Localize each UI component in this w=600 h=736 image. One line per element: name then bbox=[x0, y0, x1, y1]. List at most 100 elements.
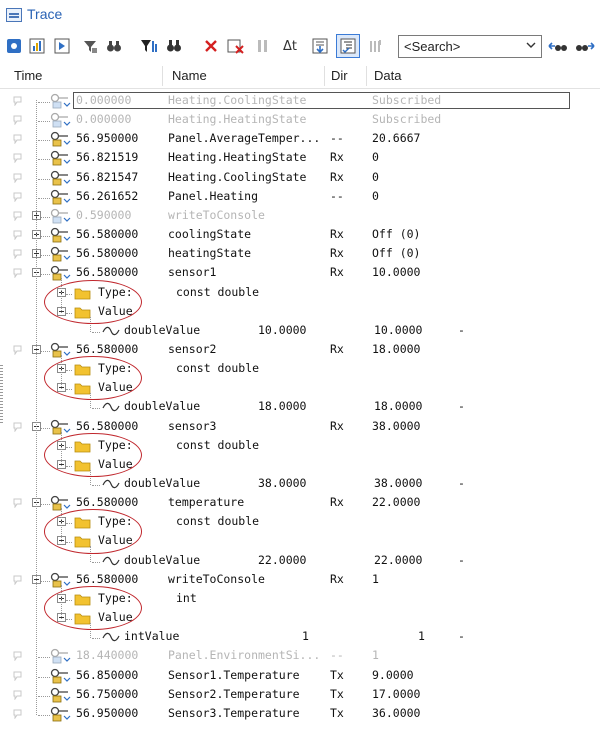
signal-icon bbox=[50, 227, 71, 243]
time-cell: 56.750000 bbox=[76, 686, 139, 701]
trace-mode-icon[interactable] bbox=[4, 36, 24, 56]
title-bar: Trace bbox=[0, 0, 600, 30]
flag-icon bbox=[13, 345, 22, 355]
trace-row[interactable]: 56.580000 heatingState Rx Off (0) bbox=[0, 245, 600, 264]
flag-icon bbox=[13, 422, 22, 432]
trace-row[interactable]: 56.821547 Heating.CoolingState Rx 0 bbox=[0, 169, 600, 188]
column-data[interactable]: Data bbox=[374, 68, 401, 83]
signal-icon bbox=[50, 151, 71, 166]
trace-row[interactable]: 0.590000 writeToConsole bbox=[0, 207, 600, 226]
value-wave-icon bbox=[102, 326, 120, 336]
delete-icon[interactable] bbox=[201, 36, 221, 56]
column-separator[interactable] bbox=[324, 66, 325, 86]
chevron-down-icon[interactable] bbox=[525, 39, 537, 51]
column-name[interactable]: Name bbox=[172, 68, 207, 83]
trace-row[interactable]: 56.950000 Sensor3.Temperature Tx 36.0000 bbox=[0, 705, 600, 724]
name-cell: Panel.Heating bbox=[168, 188, 259, 203]
dir-cell: Rx bbox=[330, 150, 344, 165]
data-cell: 0 bbox=[372, 150, 379, 165]
value-cell: 1 bbox=[418, 629, 425, 644]
flag-icon bbox=[13, 153, 22, 164]
flag-icon bbox=[13, 498, 22, 509]
pause-icon[interactable] bbox=[253, 36, 273, 56]
name-cell: temperature bbox=[168, 495, 245, 510]
data-cell: 17.0000 bbox=[372, 686, 421, 701]
delta-time-icon[interactable]: Δt bbox=[280, 36, 300, 56]
flag-icon bbox=[13, 671, 22, 681]
column-dir[interactable]: Dir bbox=[331, 68, 348, 83]
dir-cell: Rx bbox=[330, 265, 344, 280]
flag-icon bbox=[13, 173, 22, 183]
flag-icon bbox=[13, 96, 22, 106]
value-label: doubleValue bbox=[124, 552, 201, 567]
value-label: doubleValue bbox=[124, 399, 201, 414]
value-label: intValue bbox=[124, 629, 180, 644]
column-separator[interactable] bbox=[162, 66, 163, 86]
flag-icon bbox=[13, 211, 22, 221]
value-cell: - bbox=[458, 552, 465, 567]
name-cell: Sensor3.Temperature bbox=[168, 705, 300, 720]
time-cell: 56.580000 bbox=[76, 495, 139, 510]
trace-row[interactable]: 56.950000 Panel.AverageTemper... -- 20.6667 bbox=[0, 130, 600, 149]
value-cell: 1 bbox=[302, 629, 309, 644]
value-label: doubleValue bbox=[124, 476, 201, 490]
trace-row[interactable]: 56.850000 Sensor1.Temperature Tx 9.0000 bbox=[0, 667, 600, 686]
value-cell: - bbox=[458, 476, 465, 490]
column-config-icon[interactable] bbox=[366, 36, 386, 56]
dir-cell: Rx bbox=[330, 227, 344, 242]
flag-icon bbox=[13, 268, 22, 279]
data-cell: 20.6667 bbox=[372, 131, 421, 146]
time-cell: 56.580000 bbox=[76, 246, 139, 261]
funnel-icon[interactable] bbox=[139, 36, 159, 56]
highlight-oval bbox=[44, 356, 142, 401]
data-cell: 38.0000 bbox=[372, 418, 421, 433]
time-cell: 0.000000 bbox=[76, 112, 132, 127]
chart-icon[interactable] bbox=[27, 36, 47, 56]
time-cell: 56.821547 bbox=[76, 169, 139, 184]
clear-icon[interactable] bbox=[226, 36, 246, 56]
data-cell: 1 bbox=[372, 648, 379, 663]
time-cell: 56.580000 bbox=[76, 227, 139, 242]
find-previous-icon[interactable] bbox=[548, 36, 568, 56]
flag-icon bbox=[13, 575, 22, 585]
trace-row[interactable]: 56.580000 coolingState Rx Off (0) bbox=[0, 226, 600, 245]
trace-row[interactable]: 56.821519 Heating.HeatingState Rx 0 bbox=[0, 149, 600, 168]
name-cell: sensor2 bbox=[168, 341, 217, 356]
detail-view-icon[interactable] bbox=[336, 34, 360, 58]
dir-cell: Tx bbox=[330, 667, 344, 682]
flag-icon bbox=[13, 134, 22, 145]
value-wave-icon bbox=[102, 556, 120, 565]
value-cell: 10.0000 bbox=[374, 322, 423, 337]
find-icon[interactable] bbox=[164, 36, 184, 56]
value-wave-icon bbox=[102, 479, 120, 489]
name-cell: Heating.CoolingState bbox=[168, 169, 307, 184]
flag-icon bbox=[13, 709, 22, 719]
scroll-down-icon[interactable] bbox=[310, 36, 330, 56]
value-cell: 10.0000 bbox=[258, 322, 307, 337]
flag-icon bbox=[13, 192, 22, 202]
trace-row[interactable]: 56.750000 Sensor2.Temperature Tx 17.0000 bbox=[0, 686, 600, 705]
trace-row[interactable]: 18.440000 Panel.EnvironmentSi... -- 1 bbox=[0, 647, 600, 666]
flag-icon bbox=[13, 690, 22, 700]
name-cell: Panel.EnvironmentSi... bbox=[168, 648, 321, 663]
value-label: doubleValue bbox=[124, 322, 201, 337]
signal-icon bbox=[50, 189, 71, 205]
signal-icon bbox=[50, 208, 71, 224]
signal-icon bbox=[50, 706, 71, 722]
time-cell: 56.580000 bbox=[76, 418, 139, 433]
filter-list-icon[interactable] bbox=[80, 36, 100, 56]
value-cell: 38.0000 bbox=[374, 476, 423, 490]
search-combobox[interactable]: <Search> bbox=[398, 35, 542, 58]
highlight-oval bbox=[44, 432, 142, 477]
find-next-icon[interactable] bbox=[575, 36, 595, 56]
signal-icon bbox=[50, 687, 71, 703]
trace-row[interactable]: 0.000000 Heating.HeatingState Subscribed bbox=[0, 111, 600, 130]
value-cell: - bbox=[458, 399, 465, 414]
time-cell: 18.440000 bbox=[76, 648, 139, 663]
column-separator[interactable] bbox=[366, 66, 367, 86]
column-time[interactable]: Time bbox=[14, 68, 42, 83]
flag-icon bbox=[13, 651, 22, 662]
stream-icon[interactable] bbox=[52, 36, 72, 56]
trace-row[interactable]: 56.261652 Panel.Heating -- 0 bbox=[0, 188, 600, 207]
binoculars-filter-icon[interactable] bbox=[104, 36, 124, 56]
